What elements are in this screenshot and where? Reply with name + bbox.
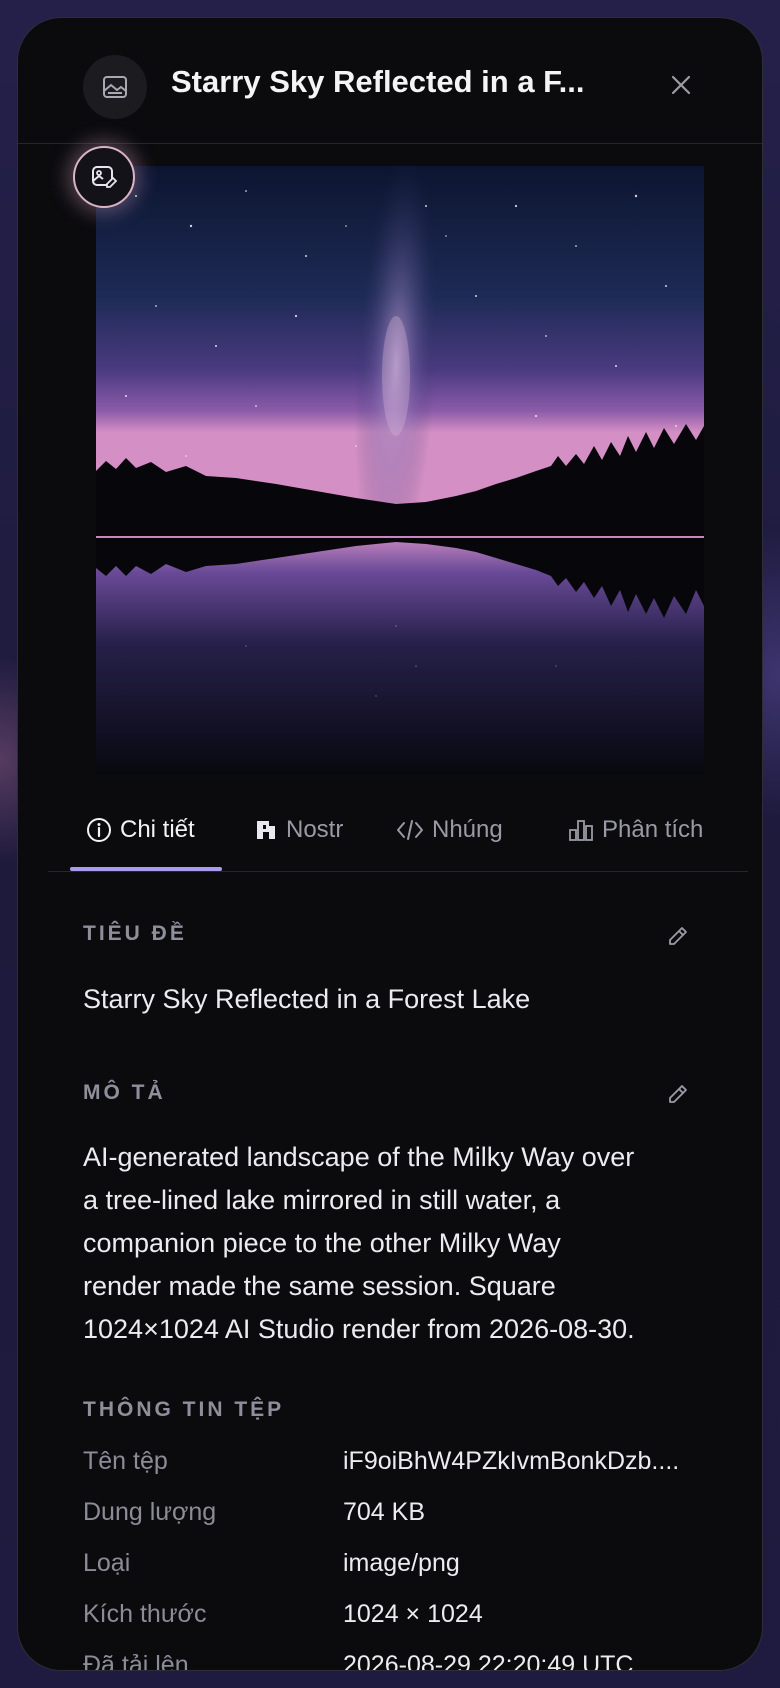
file-info-value: iF9oiBhW4PZkIvmBonkDzb.... bbox=[343, 1447, 680, 1475]
file-info-row-filename: Tên tệp iF9oiBhW4PZkIvmBonkDzb.... bbox=[83, 1447, 743, 1487]
file-info-value: 1024 × 1024 bbox=[343, 1600, 483, 1628]
tab-analytics-label: Phân tích bbox=[602, 816, 704, 843]
panel-header: Starry Sky Reflected in a F... bbox=[18, 18, 762, 144]
tab-nostr-label: Nostr bbox=[286, 816, 344, 843]
close-icon bbox=[671, 75, 691, 95]
title-value: Starry Sky Reflected in a Forest Lake bbox=[83, 984, 531, 1014]
tab-analytics[interactable]: Phân tích bbox=[568, 788, 703, 872]
file-info-value: 2026-08-29 22:20:49 UTC bbox=[343, 1651, 634, 1671]
file-info-row-size: Dung lượng 704 KB bbox=[83, 1498, 743, 1538]
pencil-icon bbox=[669, 1085, 687, 1103]
file-info-key: Đã tải lên bbox=[83, 1651, 189, 1671]
pencil-icon bbox=[669, 927, 687, 945]
tab-details-label: Chi tiết bbox=[120, 816, 195, 843]
image-icon bbox=[83, 55, 147, 119]
title-section-label: TIÊU ĐỀ bbox=[83, 922, 187, 945]
description-value: AI-generated landscape of the Milky Way … bbox=[83, 1136, 743, 1351]
code-icon bbox=[397, 820, 423, 840]
edit-title-button[interactable] bbox=[666, 924, 692, 950]
detail-tabs: Chi tiết Nostr Nhúng Phân tích bbox=[48, 788, 748, 872]
page-title: Starry Sky Reflected in a F... bbox=[171, 64, 585, 99]
edit-image-button[interactable] bbox=[73, 146, 135, 208]
file-info-value: image/png bbox=[343, 1549, 460, 1577]
description-line: 1024×1024 AI Studio render from 2026-08-… bbox=[83, 1314, 635, 1344]
file-info-key: Tên tệp bbox=[83, 1447, 168, 1475]
file-info-value: 704 KB bbox=[343, 1498, 426, 1526]
tab-details[interactable]: Chi tiết bbox=[86, 788, 195, 872]
file-info-key: Dung lượng bbox=[83, 1498, 217, 1526]
tab-nostr[interactable]: Nostr bbox=[254, 788, 343, 872]
description-line: a tree-lined lake mirrored in still wate… bbox=[83, 1185, 561, 1215]
preview-image bbox=[96, 166, 704, 774]
file-info-key: Loại bbox=[83, 1549, 131, 1577]
file-info-key: Kích thước bbox=[83, 1600, 207, 1628]
close-button[interactable] bbox=[666, 70, 696, 100]
tab-embed[interactable]: Nhúng bbox=[396, 788, 503, 872]
edit-description-button[interactable] bbox=[666, 1082, 692, 1108]
file-info-section-label: THÔNG TIN TỆP bbox=[83, 1398, 285, 1421]
active-tab-indicator bbox=[70, 867, 222, 871]
file-info-row-dimensions: Kích thước 1024 × 1024 bbox=[83, 1600, 743, 1640]
image-edit-icon bbox=[92, 166, 118, 188]
nostr-icon bbox=[257, 821, 275, 839]
bar-chart-icon bbox=[569, 820, 593, 841]
description-section-label: MÔ TẢ bbox=[83, 1081, 166, 1104]
info-icon bbox=[87, 818, 111, 842]
description-line: companion piece to the other Milky Way bbox=[83, 1228, 561, 1258]
file-info-row-uploaded: Đã tải lên 2026-08-29 22:20:49 UTC bbox=[83, 1651, 743, 1671]
description-line: render made the same session. Square bbox=[83, 1271, 556, 1301]
description-line: AI-generated landscape of the Milky Way … bbox=[83, 1142, 635, 1172]
image-details-panel: Starry Sky Reflected in a F... Chi tiết … bbox=[17, 17, 763, 1671]
file-info-row-type: Loại image/png bbox=[83, 1549, 743, 1589]
tab-embed-label: Nhúng bbox=[432, 816, 503, 843]
